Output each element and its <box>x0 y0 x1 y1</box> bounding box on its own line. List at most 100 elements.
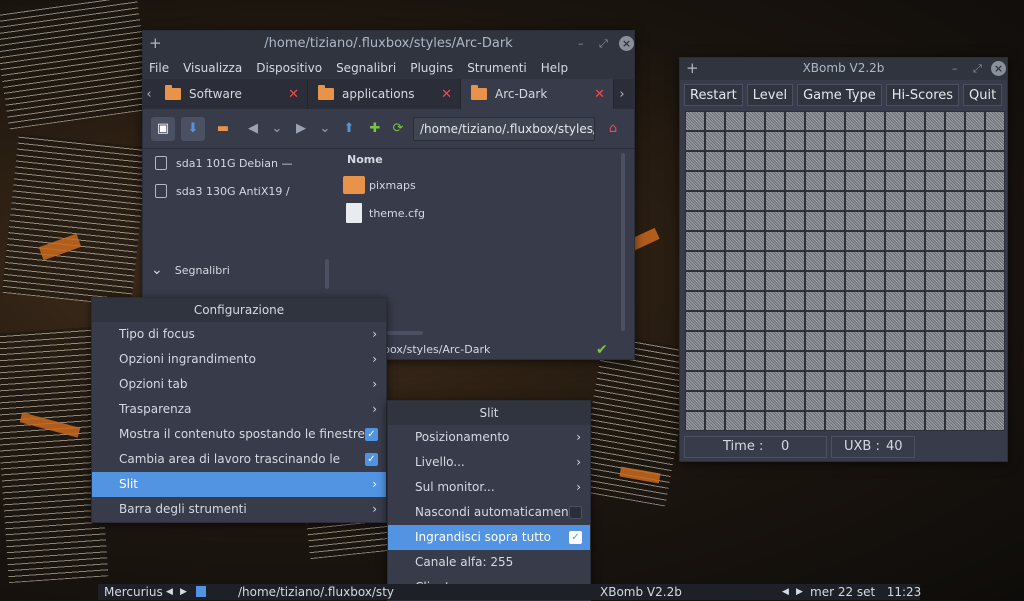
mine-cell[interactable] <box>905 331 925 351</box>
mine-cell[interactable] <box>925 191 945 211</box>
mine-cell[interactable] <box>945 331 965 351</box>
menu-plugins[interactable]: Plugins <box>410 61 453 75</box>
mine-cell[interactable] <box>905 411 925 431</box>
mine-cell[interactable] <box>825 131 845 151</box>
mine-cell[interactable] <box>985 371 1005 391</box>
mine-cell[interactable] <box>885 131 905 151</box>
close-icon[interactable]: × <box>991 61 1006 76</box>
mine-cell[interactable] <box>745 391 765 411</box>
mine-cell[interactable] <box>925 231 945 251</box>
mine-cell[interactable] <box>985 191 1005 211</box>
menu-item-ingrandisci[interactable]: Ingrandisci sopra tutto ✓ <box>388 525 590 550</box>
mine-cell[interactable] <box>805 111 825 131</box>
mine-cell[interactable] <box>865 131 885 151</box>
mine-cell[interactable] <box>805 131 825 151</box>
mine-cell[interactable] <box>745 131 765 151</box>
mine-cell[interactable] <box>865 171 885 191</box>
home-icon[interactable]: ⌂ <box>601 117 625 141</box>
menu-item-opzioni-tab[interactable]: Opzioni tab › <box>92 372 386 397</box>
mine-cell[interactable] <box>705 371 725 391</box>
mine-cell[interactable] <box>725 311 745 331</box>
minimize-icon[interactable]: – <box>578 37 584 50</box>
mine-cell[interactable] <box>845 311 865 331</box>
mine-cell[interactable] <box>945 231 965 251</box>
mine-cell[interactable] <box>705 191 725 211</box>
mine-cell[interactable] <box>785 411 805 431</box>
mine-cell[interactable] <box>805 151 825 171</box>
minimize-icon[interactable]: – <box>952 62 958 75</box>
mine-cell[interactable] <box>725 271 745 291</box>
mine-cell[interactable] <box>705 111 725 131</box>
mine-cell[interactable] <box>745 311 765 331</box>
mine-cell[interactable] <box>845 231 865 251</box>
mine-cell[interactable] <box>745 411 765 431</box>
mine-cell[interactable] <box>785 371 805 391</box>
mine-cell[interactable] <box>685 271 705 291</box>
mine-cell[interactable] <box>985 111 1005 131</box>
mine-cell[interactable] <box>965 311 985 331</box>
mine-cell[interactable] <box>745 251 765 271</box>
mine-cell[interactable] <box>845 151 865 171</box>
mine-cell[interactable] <box>805 351 825 371</box>
mine-cell[interactable] <box>945 251 965 271</box>
mine-cell[interactable] <box>925 131 945 151</box>
mine-cell[interactable] <box>705 411 725 431</box>
mine-cell[interactable] <box>765 231 785 251</box>
mine-cell[interactable] <box>865 331 885 351</box>
mine-cell[interactable] <box>725 331 745 351</box>
mine-cell[interactable] <box>825 331 845 351</box>
mine-cell[interactable] <box>825 231 845 251</box>
mine-cell[interactable] <box>825 311 845 331</box>
level-button[interactable]: Level <box>746 84 794 106</box>
mine-cell[interactable] <box>745 191 765 211</box>
mine-cell[interactable] <box>845 411 865 431</box>
mine-cell[interactable] <box>745 291 765 311</box>
mine-cell[interactable] <box>705 231 725 251</box>
mine-cell[interactable] <box>985 131 1005 151</box>
mine-cell[interactable] <box>885 331 905 351</box>
mine-cell[interactable] <box>965 411 985 431</box>
mine-cell[interactable] <box>965 231 985 251</box>
mine-cell[interactable] <box>785 311 805 331</box>
mine-cell[interactable] <box>805 211 825 231</box>
maximize-icon[interactable]: ⤢ <box>599 37 608 51</box>
menu-item-opzioni-ingrandimento[interactable]: Opzioni ingrandimento › <box>92 347 386 372</box>
mine-cell[interactable] <box>885 351 905 371</box>
mine-cell[interactable] <box>865 291 885 311</box>
mine-cell[interactable] <box>885 151 905 171</box>
mine-cell[interactable] <box>865 231 885 251</box>
mine-cell[interactable] <box>685 391 705 411</box>
mine-cell[interactable] <box>705 251 725 271</box>
horizontal-scrollbar[interactable] <box>387 331 423 335</box>
mine-cell[interactable] <box>805 291 825 311</box>
mine-cell[interactable] <box>845 191 865 211</box>
maximize-icon[interactable]: ⤢ <box>973 62 982 76</box>
mine-cell[interactable] <box>885 391 905 411</box>
mine-cell[interactable] <box>705 351 725 371</box>
mine-cell[interactable] <box>965 251 985 271</box>
mine-cell[interactable] <box>745 271 765 291</box>
mine-cell[interactable] <box>765 331 785 351</box>
mine-cell[interactable] <box>985 331 1005 351</box>
mine-cell[interactable] <box>905 391 925 411</box>
mine-cell[interactable] <box>925 311 945 331</box>
mine-cell[interactable] <box>905 131 925 151</box>
mine-cell[interactable] <box>685 151 705 171</box>
mine-cell[interactable] <box>745 151 765 171</box>
mine-cell[interactable] <box>825 271 845 291</box>
mine-cell[interactable] <box>965 151 985 171</box>
file-row[interactable]: pixmaps <box>343 171 623 199</box>
mine-cell[interactable] <box>685 331 705 351</box>
mine-cell[interactable] <box>965 331 985 351</box>
mine-cell[interactable] <box>845 131 865 151</box>
mine-cell[interactable] <box>965 371 985 391</box>
minefield-grid[interactable] <box>685 111 1005 431</box>
mine-cell[interactable] <box>905 251 925 271</box>
mine-cell[interactable] <box>885 191 905 211</box>
mine-cell[interactable] <box>765 211 785 231</box>
mine-cell[interactable] <box>905 311 925 331</box>
refresh-icon[interactable]: ⟳ <box>389 117 407 141</box>
taskbar-window-2[interactable]: XBomb V2.2b <box>600 584 682 600</box>
mine-cell[interactable] <box>865 271 885 291</box>
menu-item-nascondi[interactable]: Nascondi automaticamente <box>388 500 590 525</box>
